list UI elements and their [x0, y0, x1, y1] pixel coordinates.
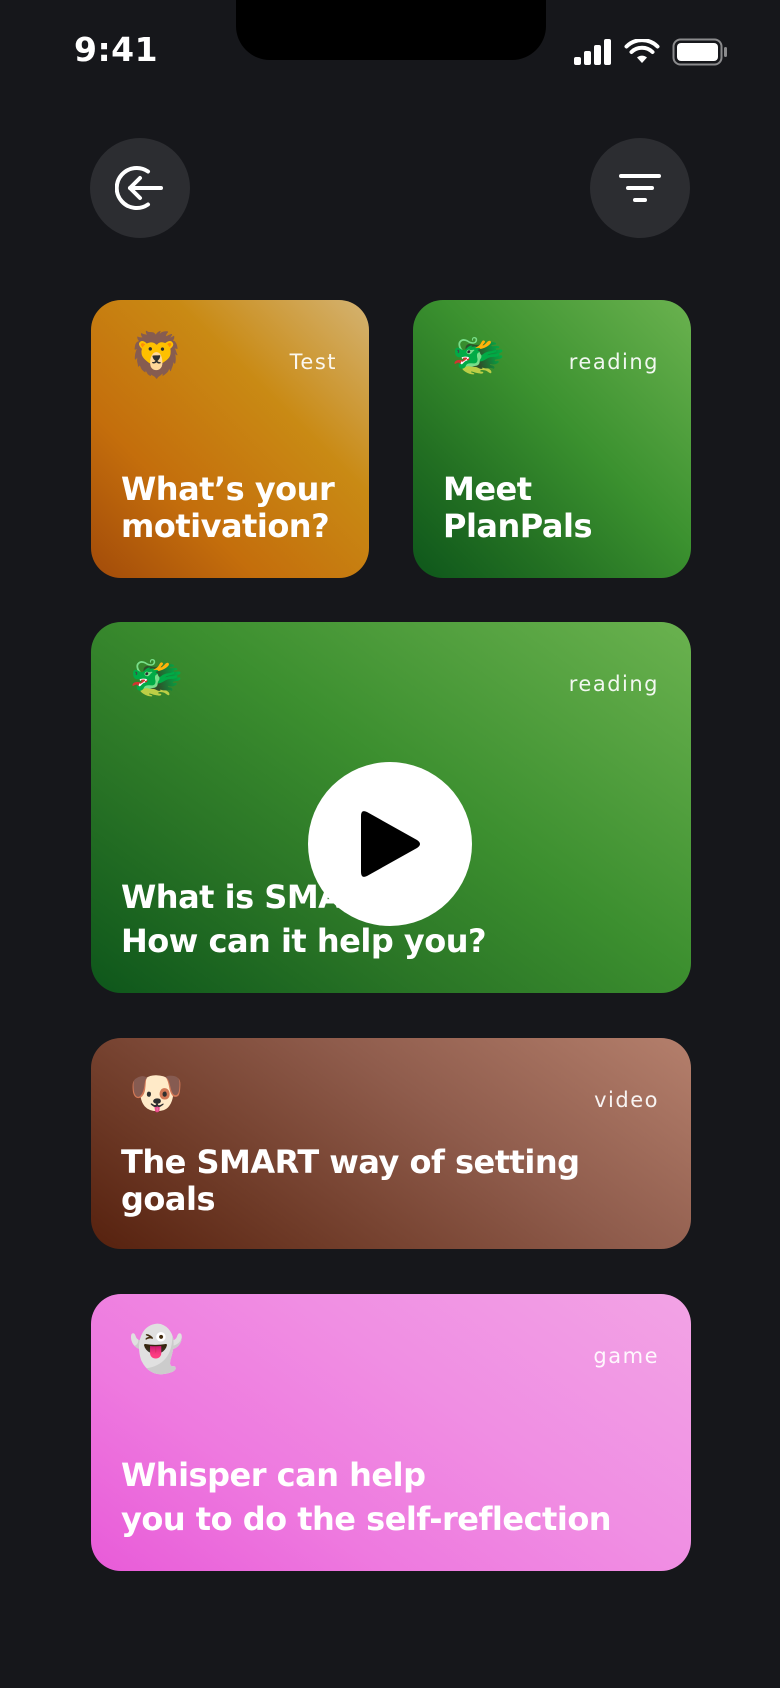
device-notch: [236, 0, 546, 60]
card-tag: reading: [568, 350, 659, 374]
wifi-icon: [624, 39, 660, 63]
dragon-emoji-icon: 🐲: [451, 330, 506, 381]
dragon-emoji-icon: 🐲: [129, 652, 184, 703]
status-icons: [574, 38, 728, 66]
status-bar: 9:41: [0, 0, 780, 100]
back-arrow-circle-icon: [115, 166, 163, 210]
ghost-emoji-icon: 👻: [129, 1324, 184, 1375]
card-title-line-2: you to do the self-reflection: [121, 1499, 612, 1538]
play-icon: [361, 811, 420, 877]
card-title: Whisper can help you to do the self-refl…: [121, 1453, 667, 1541]
card-tag: video: [594, 1088, 659, 1112]
filter-icon: [619, 174, 661, 202]
card-title: The SMART way of setting goals: [121, 1142, 580, 1219]
battery-icon: [672, 38, 727, 66]
card-tag: Test: [289, 350, 337, 374]
card-whisper-game[interactable]: 👻 game Whisper can help you to do the se…: [91, 1294, 691, 1571]
dog-emoji-icon: 🐶: [129, 1068, 184, 1119]
card-smart-goals-video[interactable]: 🐶 video The SMART way of setting goals: [91, 1038, 691, 1249]
lion-emoji-icon: 🦁: [129, 330, 184, 381]
back-button[interactable]: [90, 138, 190, 238]
play-button[interactable]: [308, 762, 472, 926]
card-tag: reading: [568, 672, 659, 696]
card-title: Meet PlanPals: [443, 469, 593, 546]
cellular-signal-icon: [574, 39, 611, 65]
status-time: 9:41: [74, 30, 159, 69]
card-meet-planpals[interactable]: 🐲 reading Meet PlanPals: [413, 300, 691, 578]
card-tag: game: [593, 1344, 659, 1368]
filter-button[interactable]: [590, 138, 690, 238]
card-title: What’s your motivation?: [121, 469, 335, 546]
card-title-line-1: Whisper can help: [121, 1455, 426, 1494]
card-motivation-test[interactable]: 🦁 Test What’s your motivation?: [91, 300, 369, 578]
